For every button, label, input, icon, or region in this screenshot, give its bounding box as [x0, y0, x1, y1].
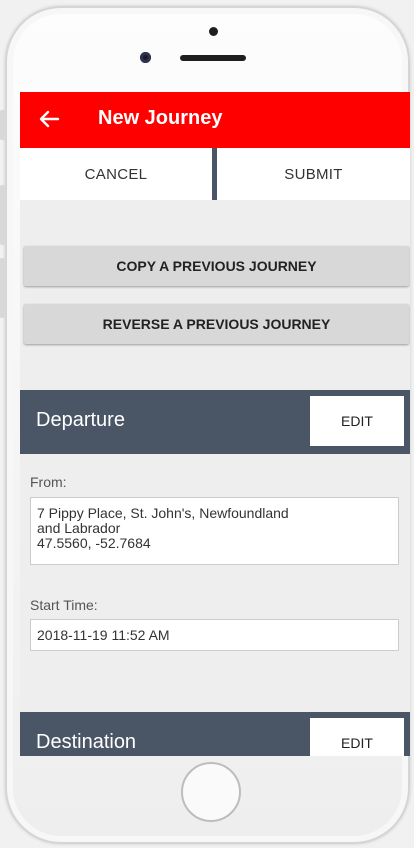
page-title: New Journey: [98, 107, 223, 129]
from-address-line1: 7 Pippy Place, St. John's, Newfoundland: [37, 505, 289, 521]
volume-down-button: [0, 258, 6, 318]
submit-button[interactable]: SUBMIT: [217, 148, 410, 200]
from-label: From:: [30, 474, 67, 490]
departure-title: Departure: [36, 409, 125, 431]
departure-header: Departure EDIT: [20, 390, 410, 454]
from-field[interactable]: 7 Pippy Place, St. John's, Newfoundland …: [30, 497, 399, 565]
start-time-label: Start Time:: [30, 597, 98, 613]
sensor-dot: [209, 27, 218, 36]
destination-header: Destination EDIT: [20, 712, 410, 756]
front-camera: [140, 52, 151, 63]
start-time-value: 2018-11-19 11:52 AM: [37, 627, 170, 643]
cancel-button[interactable]: CANCEL: [20, 148, 212, 200]
reverse-previous-journey-button[interactable]: REVERSE A PREVIOUS JOURNEY: [24, 304, 409, 344]
departure-edit-button[interactable]: EDIT: [310, 396, 404, 446]
action-bar: CANCEL SUBMIT: [20, 148, 410, 200]
copy-previous-journey-button[interactable]: COPY A PREVIOUS JOURNEY: [24, 246, 409, 286]
from-coordinates: 47.5560, -52.7684: [37, 535, 151, 551]
app-bar: New Journey: [20, 92, 410, 148]
start-time-field[interactable]: 2018-11-19 11:52 AM: [30, 619, 399, 651]
app-screen: New Journey CANCEL SUBMIT COPY A PREVIOU…: [20, 92, 410, 756]
destination-title: Destination: [36, 731, 137, 753]
arrow-left-icon[interactable]: [38, 108, 60, 130]
volume-up-button: [0, 185, 6, 245]
earpiece-speaker: [180, 55, 246, 61]
destination-edit-button[interactable]: EDIT: [310, 718, 404, 756]
from-address-line2: and Labrador: [37, 520, 121, 536]
mute-switch: [0, 110, 6, 140]
home-button[interactable]: [181, 762, 241, 822]
